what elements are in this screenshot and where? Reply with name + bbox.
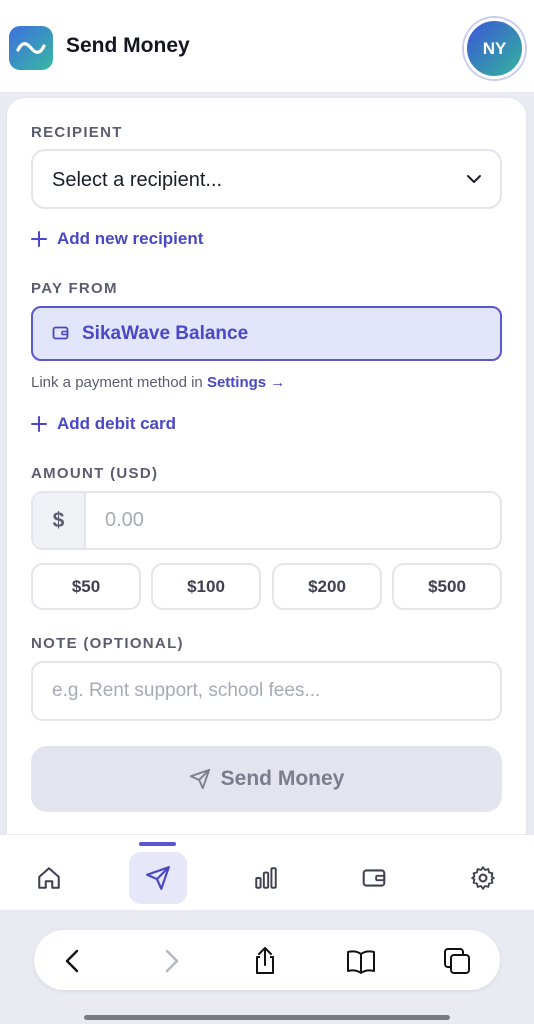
add-recipient-button[interactable]: Add new recipient [31, 229, 203, 249]
forward-icon[interactable] [156, 946, 186, 976]
home-icon [38, 867, 60, 889]
send-money-button[interactable]: Send Money [31, 746, 502, 812]
settings-icon [471, 866, 495, 890]
currency-prefix: $ [33, 493, 86, 548]
quick-amounts: $50 $100 $200 $500 [31, 563, 502, 610]
chevron-down-icon [467, 175, 481, 183]
send-icon [189, 768, 210, 790]
recipient-label: RECIPIENT [31, 124, 123, 141]
active-tab-indicator [139, 842, 176, 846]
pay-from-option-label: SikaWave Balance [82, 323, 249, 344]
browser-toolbar-pill [34, 930, 500, 990]
wallet-icon [52, 326, 69, 340]
quick-amount-50-button[interactable]: $50 [31, 563, 141, 610]
send-icon [146, 866, 170, 890]
hint-text: Link a payment method in [31, 374, 207, 391]
payment-method-hint: Link a payment method in Settings → [31, 374, 285, 391]
amount-input[interactable] [86, 493, 500, 548]
share-icon[interactable] [250, 946, 280, 976]
tabs-icon[interactable] [442, 946, 472, 976]
bookmarks-icon[interactable] [346, 946, 376, 976]
nav-settings[interactable] [454, 852, 512, 904]
quick-amount-200-button[interactable]: $200 [272, 563, 382, 610]
pay-from-option[interactable]: SikaWave Balance [31, 306, 502, 361]
amount-label: AMOUNT (USD) [31, 465, 159, 482]
quick-amount-500-button[interactable]: $500 [392, 563, 502, 610]
nav-wallet[interactable] [345, 852, 403, 904]
nav-send[interactable] [129, 852, 187, 904]
wallet-icon [362, 869, 386, 887]
chart-icon [255, 867, 277, 889]
wave-icon [16, 42, 46, 54]
settings-link[interactable]: Settings → [207, 374, 285, 391]
note-label: NOTE (OPTIONAL) [31, 635, 184, 652]
amount-field: $ [31, 491, 502, 550]
plus-icon [31, 231, 47, 247]
browser-toolbar [0, 910, 534, 1024]
bottom-nav [0, 834, 534, 910]
recipient-select-value: Select a recipient... [52, 169, 223, 191]
recipient-select[interactable]: Select a recipient... [31, 149, 502, 209]
app-logo [9, 26, 53, 70]
nav-analytics[interactable] [237, 852, 295, 904]
send-money-button-label: Send Money [220, 767, 345, 790]
add-debit-card-label: Add debit card [57, 414, 177, 433]
page-title: Send Money [66, 34, 190, 57]
add-recipient-label: Add new recipient [57, 229, 204, 248]
note-input[interactable] [31, 661, 502, 721]
app-header: Send Money NY [0, 0, 534, 93]
plus-icon [31, 416, 47, 432]
quick-amount-100-button[interactable]: $100 [151, 563, 261, 610]
add-debit-card-button[interactable]: Add debit card [31, 414, 176, 434]
back-icon[interactable] [58, 946, 88, 976]
home-indicator [84, 1015, 450, 1020]
nav-home[interactable] [20, 852, 78, 904]
avatar[interactable]: NY [464, 18, 525, 79]
pay-from-label: PAY FROM [31, 280, 118, 297]
